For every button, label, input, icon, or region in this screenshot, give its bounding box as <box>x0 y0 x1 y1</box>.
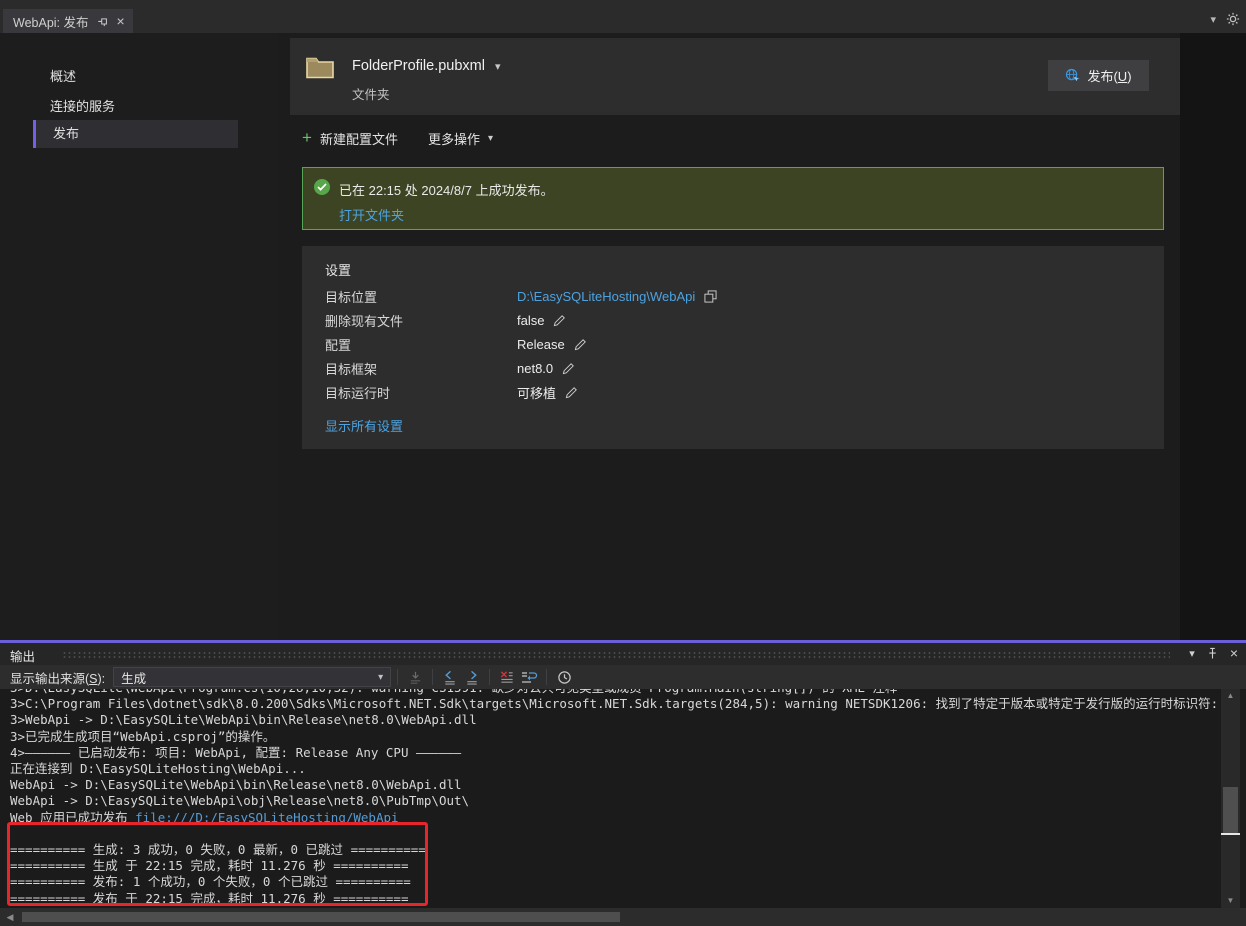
tab-title: WebApi: 发布 <box>13 12 89 31</box>
output-line: WebApi -> D:\EasySQLite\WebApi\bin\Relea… <box>10 777 1221 793</box>
output-line: 3>已完成生成项目“WebApi.csproj”的操作。 <box>10 729 1221 745</box>
chevron-down-icon: ▾ <box>378 672 383 683</box>
output-summary-line: ========== 生成 于 22:15 完成，耗时 11.276 秒 ===… <box>10 858 1221 874</box>
more-actions-button[interactable]: 更多操作 ▾ <box>428 129 493 148</box>
scroll-left-icon[interactable]: ◀ <box>2 908 18 926</box>
profile-selector[interactable]: FolderProfile.pubxml ▾ <box>352 58 501 74</box>
pin-icon[interactable] <box>97 15 109 27</box>
open-folder-link[interactable]: 打开文件夹 <box>339 205 404 224</box>
output-line: 3>D:\EasySQLite\WebApi\Program.cs(10,28,… <box>10 689 1221 696</box>
output-line-blank <box>10 826 1221 842</box>
next-message-icon[interactable] <box>461 667 483 687</box>
word-wrap-icon[interactable] <box>518 667 540 687</box>
clear-all-icon[interactable] <box>496 667 518 687</box>
close-icon[interactable]: × <box>117 14 125 28</box>
output-title: 输出 <box>10 646 35 665</box>
editor-right-gutter <box>1180 33 1246 640</box>
profile-name: FolderProfile.pubxml <box>352 58 485 74</box>
publish-success-banner: 已在 22:15 处 2024/8/7 上成功发布。 打开文件夹 <box>302 167 1164 230</box>
output-horizontal-scrollbar[interactable]: ◀ <box>0 908 1246 926</box>
output-line: 4>—————— 已启动发布: 项目: WebApi, 配置: Release … <box>10 745 1221 761</box>
new-profile-button[interactable]: + 新建配置文件 <box>302 129 398 148</box>
setting-row-target-runtime: 目标运行时 可移植 <box>325 382 1125 402</box>
pin-icon[interactable] <box>1207 647 1218 660</box>
success-check-icon <box>314 179 330 195</box>
window-list-chevron-icon[interactable]: ▾ <box>1210 13 1216 26</box>
drag-handle-dots <box>62 651 1170 658</box>
scroll-up-icon[interactable]: ▲ <box>1221 689 1240 703</box>
panel-options-chevron-icon[interactable]: ▾ <box>1189 647 1195 660</box>
sidebar-item-overview[interactable]: 概述 <box>0 64 278 90</box>
setting-row-configuration: 配置 Release <box>325 334 1125 354</box>
target-location-link[interactable]: D:\EasySQLiteHosting\WebApi <box>517 289 717 304</box>
vs-window: WebApi: 发布 × ▾ 概述 连接的服务 发布 FolderProfil <box>0 0 1246 926</box>
edit-pencil-icon[interactable] <box>574 338 587 351</box>
edit-pencil-icon[interactable] <box>562 362 575 375</box>
tab-webapi-publish[interactable]: WebApi: 发布 × <box>3 9 133 33</box>
chevron-down-icon: ▾ <box>495 60 501 73</box>
settings-card: 设置 目标位置 D:\EasySQLiteHosting\WebApi 删除现有… <box>302 246 1164 449</box>
profile-header-card: FolderProfile.pubxml ▾ 文件夹 发布(U) <box>290 38 1180 115</box>
profile-type-label: 文件夹 <box>352 84 390 103</box>
horizontal-scroll-thumb[interactable] <box>22 912 620 922</box>
output-line: 3>WebApi -> D:\EasySQLite\WebApi\bin\Rel… <box>10 712 1221 728</box>
sidebar-item-connected-services[interactable]: 连接的服务 <box>0 94 278 120</box>
publish-button[interactable]: 发布(U) <box>1048 60 1149 91</box>
copy-icon[interactable] <box>704 290 717 303</box>
folder-icon <box>305 54 335 80</box>
output-line-published: Web 应用已成功发布 file:///D:/EasySQLiteHosting… <box>10 810 1221 826</box>
gear-icon[interactable] <box>1226 12 1240 26</box>
document-tabstrip: WebApi: 发布 × ▾ <box>0 0 1246 33</box>
output-line: 正在连接到 D:\EasySQLiteHosting\WebApi... <box>10 761 1221 777</box>
output-source-select[interactable]: 生成 ▾ <box>113 667 391 687</box>
scroll-position-marker <box>1221 833 1240 835</box>
output-log: 3>D:\EasySQLite\WebApi\Program.cs(10,28,… <box>0 689 1221 908</box>
setting-row-target-location: 目标位置 D:\EasySQLiteHosting\WebApi <box>325 286 1125 306</box>
settings-title: 设置 <box>325 260 351 279</box>
publish-globe-icon <box>1065 68 1080 83</box>
profile-actions: + 新建配置文件 更多操作 ▾ <box>302 128 493 148</box>
previous-message-icon[interactable] <box>439 667 461 687</box>
output-titlebar[interactable]: 输出 ▾ × <box>0 643 1246 665</box>
output-source-label: 显示输出来源(S): <box>10 668 105 687</box>
publish-success-message: 已在 22:15 处 2024/8/7 上成功发布。 <box>339 180 554 199</box>
clock-icon[interactable] <box>553 667 575 687</box>
setting-row-delete-existing: 删除现有文件 false <box>325 310 1125 330</box>
scroll-down-icon[interactable]: ▼ <box>1221 894 1240 908</box>
close-icon[interactable]: × <box>1230 645 1238 661</box>
output-summary-line: ========== 生成: 3 成功，0 失败，0 最新，0 已跳过 ====… <box>10 842 1221 858</box>
chevron-down-icon: ▾ <box>488 133 493 144</box>
output-vertical-scrollbar[interactable]: ▲ ▼ <box>1221 689 1240 908</box>
output-line: WebApi -> D:\EasySQLite\WebApi\obj\Relea… <box>10 793 1221 809</box>
output-summary-line: ========== 发布 于 22:15 完成，耗时 11.276 秒 ===… <box>10 891 1221 907</box>
output-toolbar: 显示输出来源(S): 生成 ▾ <box>0 665 1246 689</box>
setting-row-target-framework: 目标框架 net8.0 <box>325 358 1125 378</box>
publish-sidebar: 概述 连接的服务 发布 <box>0 33 278 640</box>
sidebar-item-publish[interactable]: 发布 <box>33 120 238 148</box>
output-summary-line: ========== 发布: 1 个成功，0 个失败，0 个已跳过 ======… <box>10 874 1221 890</box>
output-line: 3>C:\Program Files\dotnet\sdk\8.0.200\Sd… <box>10 696 1221 712</box>
show-all-settings-link[interactable]: 显示所有设置 <box>325 416 403 435</box>
plus-icon: + <box>302 130 312 146</box>
edit-pencil-icon[interactable] <box>553 314 566 327</box>
published-folder-link[interactable]: file:///D:/EasySQLiteHosting/WebApi <box>135 810 398 825</box>
edit-pencil-icon[interactable] <box>565 386 578 399</box>
vertical-scroll-thumb[interactable] <box>1223 787 1238 833</box>
goto-message-icon[interactable] <box>404 667 426 687</box>
output-panel: 输出 ▾ × 显示输出来源(S): 生成 ▾ <box>0 640 1246 926</box>
publish-page: 概述 连接的服务 发布 FolderProfile.pubxml ▾ 文件夹 发… <box>0 33 1246 640</box>
